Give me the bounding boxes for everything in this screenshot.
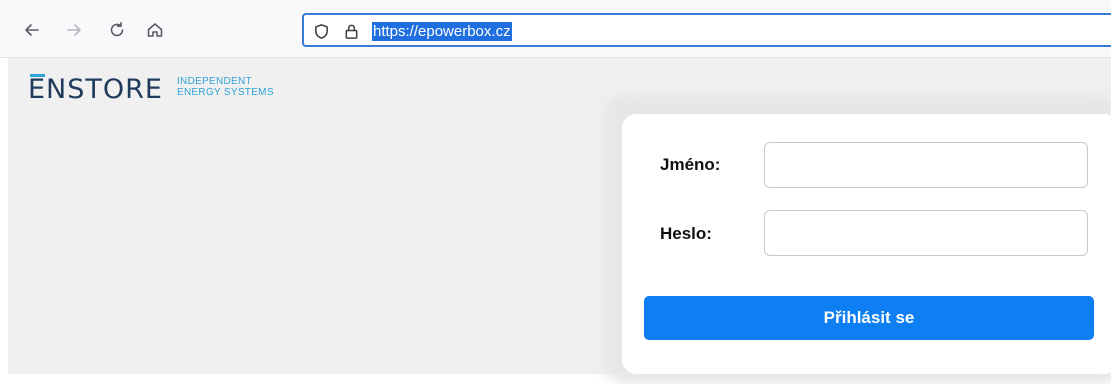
shield-icon[interactable]: [312, 22, 330, 40]
browser-toolbar: https://epowerbox.cz: [0, 0, 1111, 58]
username-input[interactable]: [764, 142, 1088, 188]
login-card: Jméno: Heslo: Přihlásit se: [622, 114, 1111, 374]
logo-tagline-line1: INDEPENDENT: [176, 76, 252, 87]
logo-name: ENSTORE: [28, 74, 163, 105]
url-text[interactable]: https://epowerbox.cz: [372, 22, 512, 41]
reload-icon[interactable]: [105, 18, 129, 42]
logo-tagline-line2: ENERGY SYSTEMS: [176, 87, 274, 98]
username-label: Jméno:: [660, 155, 721, 174]
lock-icon[interactable]: [342, 22, 360, 40]
forward-arrow-icon[interactable]: [62, 18, 86, 42]
password-input[interactable]: [764, 210, 1088, 256]
logo-accent-bar: [30, 74, 45, 77]
logo-wordmark: ENSTORE: [28, 70, 163, 110]
password-label: Heslo:: [660, 224, 712, 243]
page-content: ENSTORE INDEPENDENT ENERGY SYSTEMS Jméno…: [8, 58, 1111, 384]
logo-tagline: INDEPENDENT ENERGY SYSTEMS: [177, 76, 274, 98]
home-icon[interactable]: [143, 18, 167, 42]
login-button[interactable]: Přihlásit se: [644, 296, 1094, 340]
enstore-logo: ENSTORE INDEPENDENT ENERGY SYSTEMS: [28, 70, 274, 110]
address-bar[interactable]: https://epowerbox.cz: [302, 13, 1111, 47]
back-arrow-icon[interactable]: [20, 18, 44, 42]
